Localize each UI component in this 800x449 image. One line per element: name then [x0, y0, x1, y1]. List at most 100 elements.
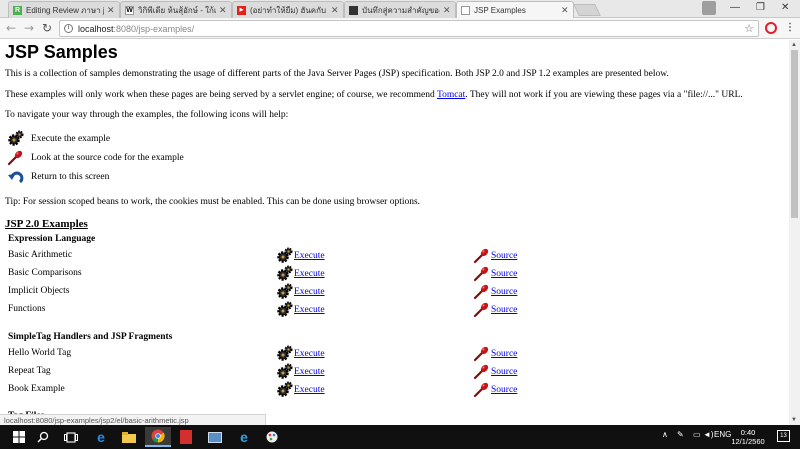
browser-tab-active[interactable]: JSP Examples ✕: [456, 1, 574, 18]
document-icon: [461, 5, 470, 15]
example-row: Repeat Tag Execute Source: [8, 363, 788, 380]
taskbar-internet-explorer[interactable]: e: [231, 427, 257, 447]
example-name: Book Example: [8, 384, 65, 394]
opera-extension-icon[interactable]: [765, 22, 777, 34]
taskbar-file-explorer[interactable]: [116, 427, 142, 447]
profile-icon[interactable]: [702, 1, 716, 15]
example-row: Basic Comparisons Execute Source: [8, 265, 788, 282]
execute-link[interactable]: Execute: [294, 269, 325, 279]
tab-title: วิกิพีเดีย ห้นสุ้อักษ์ - ใก้เห้นมิม: [138, 5, 216, 15]
windows-logo-icon: [13, 431, 25, 443]
tab-close-icon[interactable]: ✕: [443, 5, 451, 16]
back-icon[interactable]: ←: [4, 21, 18, 35]
execute-icon[interactable]: [276, 345, 293, 362]
legend-return-text: Return to this screen: [31, 171, 110, 182]
source-link[interactable]: Source: [491, 269, 517, 279]
forward-icon[interactable]: →: [22, 21, 36, 35]
volume-icon[interactable]: ◄): [703, 430, 714, 439]
execute-icon[interactable]: [276, 247, 293, 264]
system-clock[interactable]: 0:40 12/1/2560: [728, 428, 768, 446]
taskbar-acrobat[interactable]: [173, 427, 199, 447]
tab-close-icon[interactable]: ✕: [219, 5, 227, 16]
tab-title: (อย่าทำให้ยืม) ฮันคกับ - ถือ: [250, 5, 328, 15]
tab-title: JSP Examples: [474, 5, 526, 15]
search-icon: [37, 431, 49, 443]
tray-chevron-icon[interactable]: ∧: [662, 430, 668, 439]
taskbar-app[interactable]: [202, 427, 228, 447]
browser-tab-3[interactable]: ▶ (อย่าทำให้ยืม) ฮันคกับ - ถือ ✕: [232, 1, 344, 18]
close-window-icon[interactable]: ✕: [781, 2, 789, 13]
source-link[interactable]: Source: [491, 349, 517, 359]
search-button[interactable]: [30, 427, 56, 447]
start-button[interactable]: [6, 427, 32, 447]
source-icon[interactable]: [473, 265, 490, 282]
tab-close-icon[interactable]: ✕: [561, 5, 569, 16]
action-center-badge[interactable]: 13: [777, 430, 790, 442]
taskbar-chrome[interactable]: [145, 427, 171, 447]
example-row: Implicit Objects Execute Source: [8, 283, 788, 300]
execute-link[interactable]: Execute: [294, 287, 325, 297]
browser-tab-4[interactable]: บันทึกสู่ความสำคัญของทางมีว ✕: [344, 1, 456, 18]
scroll-up-icon[interactable]: ▲: [791, 42, 797, 48]
legend-execute-text: Execute the example: [31, 133, 111, 144]
browser-tab-2[interactable]: W วิกิพีเดีย ห้นสุ้อักษ์ - ใก้เห้นมิม ✕: [120, 1, 232, 18]
execute-link[interactable]: Execute: [294, 305, 325, 315]
return-icon: [8, 171, 24, 184]
scrollbar-thumb[interactable]: [791, 50, 798, 218]
execute-link[interactable]: Execute: [294, 349, 325, 359]
source-link[interactable]: Source: [491, 287, 517, 297]
maximize-icon[interactable]: ❐: [756, 2, 765, 13]
new-tab-button[interactable]: [573, 4, 601, 16]
task-view-button[interactable]: [58, 427, 84, 447]
execute-link[interactable]: Execute: [294, 251, 325, 261]
task-view-icon: [64, 431, 78, 443]
execute-cell: Execute: [276, 265, 325, 282]
example-row: Functions Execute Source: [8, 301, 788, 318]
execute-link[interactable]: Execute: [294, 367, 325, 377]
execute-icon[interactable]: [276, 363, 293, 380]
minimize-icon[interactable]: —: [730, 2, 740, 13]
execute-link[interactable]: Execute: [294, 385, 325, 395]
source-link[interactable]: Source: [491, 367, 517, 377]
execute-icon[interactable]: [276, 301, 293, 318]
browser-tab-1[interactable]: R Editing Review ภาษา jsp ✕: [8, 1, 120, 18]
execute-icon[interactable]: [276, 381, 293, 398]
page-scrollbar[interactable]: ▲ ▼: [789, 40, 800, 425]
source-cell: Source: [473, 283, 517, 300]
info-icon[interactable]: i: [64, 24, 73, 33]
taskbar-edge[interactable]: e: [88, 427, 114, 447]
example-name: Basic Arithmetic: [8, 250, 73, 260]
source-cell: Source: [473, 265, 517, 282]
source-link[interactable]: Source: [491, 305, 517, 315]
execute-icon[interactable]: [276, 265, 293, 282]
execute-cell: Execute: [276, 381, 325, 398]
source-link[interactable]: Source: [491, 251, 517, 261]
network-icon[interactable]: ▭: [693, 430, 701, 439]
page-favicon-icon: [349, 5, 358, 15]
address-bar[interactable]: i localhost:8080/jsp-examples/ ☆: [59, 20, 759, 37]
source-icon[interactable]: [473, 381, 490, 398]
tab-close-icon[interactable]: ✕: [331, 5, 339, 16]
source-icon[interactable]: [473, 363, 490, 380]
tab-title: บันทึกสู่ความสำคัญของทางมีว: [362, 5, 440, 15]
tab-close-icon[interactable]: ✕: [107, 5, 115, 16]
source-icon[interactable]: [473, 247, 490, 264]
scroll-down-icon[interactable]: ▼: [791, 417, 797, 423]
reload-icon[interactable]: ↻: [40, 21, 54, 35]
page-title: JSP Samples: [5, 42, 118, 62]
source-icon[interactable]: [473, 301, 490, 318]
bookmark-star-icon[interactable]: ☆: [744, 22, 754, 35]
source-icon[interactable]: [473, 283, 490, 300]
source-cell: Source: [473, 247, 517, 264]
clock-time: 0:40: [740, 428, 756, 437]
taskbar-paint[interactable]: [259, 427, 285, 447]
group-title-expression-language: Expression Language: [8, 234, 96, 244]
source-icon[interactable]: [473, 345, 490, 362]
tomcat-link[interactable]: Tomcat: [437, 90, 465, 100]
paint-icon: [266, 431, 278, 443]
source-cell: Source: [473, 301, 517, 318]
execute-icon[interactable]: [276, 283, 293, 300]
pen-icon[interactable]: ✎: [677, 430, 684, 439]
browser-menu-icon[interactable]: ⋮: [785, 22, 795, 33]
source-link[interactable]: Source: [491, 385, 517, 395]
